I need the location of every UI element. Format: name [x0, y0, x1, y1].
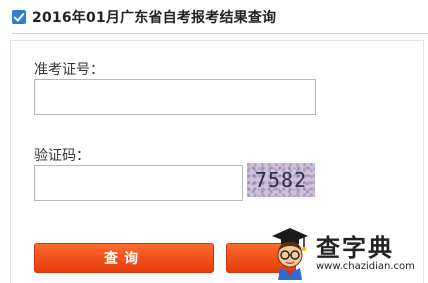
header-divider: [12, 33, 428, 34]
submit-query-button[interactable]: 查询: [34, 243, 214, 273]
brand-url: www.chazidian.com: [316, 261, 415, 272]
page-header: 2016年01月广东省自考报考结果查询: [12, 6, 276, 28]
checkbox-icon: [12, 10, 26, 24]
captcha-image[interactable]: 7582: [247, 163, 315, 197]
page-title: 2016年01月广东省自考报考结果查询: [32, 10, 277, 26]
graduate-mascot-icon: [272, 228, 308, 280]
chazidian-watermark: 查字典 www.chazidian.com: [268, 222, 428, 282]
query-page: 2016年01月广东省自考报考结果查询 准考证号： 验证码： 7582 查询 查…: [0, 0, 428, 283]
admission-number-input[interactable]: [34, 79, 316, 115]
captcha-input[interactable]: [34, 165, 243, 201]
brand-logo-text: 查字典: [316, 233, 394, 262]
admission-number-label: 准考证号：: [34, 62, 104, 78]
captcha-code: 7582: [254, 168, 308, 192]
captcha-label: 验证码：: [34, 148, 90, 164]
